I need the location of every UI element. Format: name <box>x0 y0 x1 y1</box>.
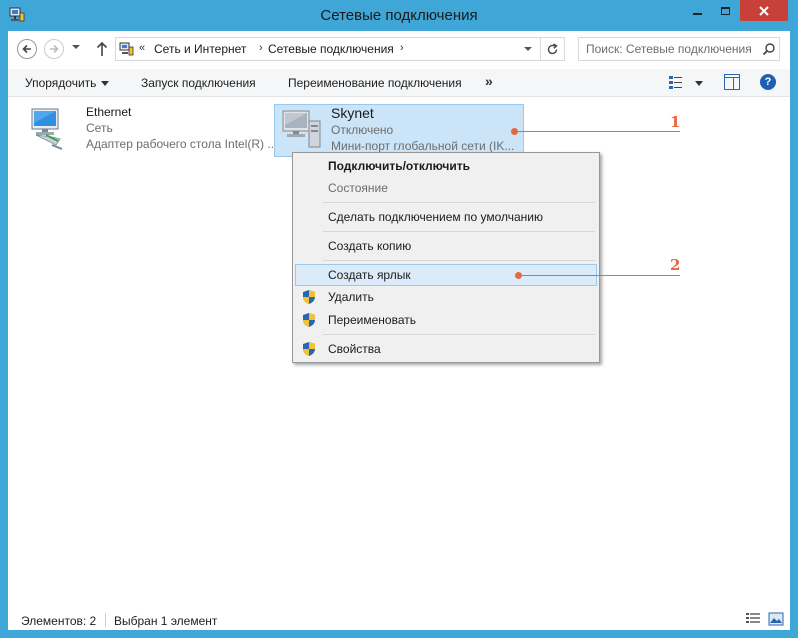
help-icon[interactable]: ? <box>760 74 776 90</box>
window-title: Сетевые подключения <box>320 7 478 24</box>
menu-item-label: Состояние <box>328 181 388 195</box>
menu-separator <box>323 334 595 335</box>
menu-item-label: Создать копию <box>328 239 412 253</box>
menu-item-label: Создать ярлык <box>328 268 411 282</box>
annotation-1-line <box>518 131 680 132</box>
annotation-1-number: 1 <box>670 113 681 131</box>
uac-shield-icon <box>303 313 315 327</box>
change-view-icon[interactable] <box>668 74 684 90</box>
maximize-button[interactable] <box>712 0 739 21</box>
command-bar: Упорядочить Запуск подключения Переимено… <box>8 69 790 97</box>
item-count: Элементов: 2 <box>21 614 97 628</box>
menu-item-set-default[interactable]: Сделать подключением по умолчанию <box>295 206 597 228</box>
connection-name: Skynet <box>331 105 374 121</box>
menu-separator <box>323 231 595 232</box>
menu-item-label: Сделать подключением по умолчанию <box>328 210 544 224</box>
arrow-right-icon <box>50 44 59 54</box>
organize-label: Упорядочить <box>25 76 97 90</box>
close-icon <box>759 5 769 16</box>
network-folder-icon <box>119 42 134 56</box>
maximize-icon <box>721 6 730 15</box>
address-bar[interactable]: « Сеть и Интернет › Сетевые подключения … <box>115 37 541 61</box>
chevron-down-icon <box>101 81 110 87</box>
annotation-1-dot <box>511 128 518 135</box>
start-connection-button[interactable]: Запуск подключения <box>141 76 256 90</box>
close-button[interactable] <box>740 0 788 21</box>
more-commands-button[interactable]: » <box>485 73 493 89</box>
breadcrumb-separator[interactable]: › <box>400 42 404 54</box>
menu-item-label: Удалить <box>328 290 374 304</box>
menu-item-rename[interactable]: Переименовать <box>295 309 597 331</box>
minimize-icon <box>693 12 702 15</box>
address-history-dropdown[interactable] <box>524 47 532 51</box>
menu-item-delete[interactable]: Удалить <box>295 286 597 308</box>
title-bar: Сетевые подключения <box>0 0 798 31</box>
refresh-icon <box>547 42 558 54</box>
connection-ethernet[interactable]: Ethernet Сеть Адаптер рабочего стола Int… <box>20 102 277 156</box>
network-adapter-icon <box>31 108 63 150</box>
annotation-2-dot <box>515 272 522 279</box>
recent-locations-dropdown[interactable] <box>72 45 80 49</box>
menu-item-label: Переименовать <box>328 313 416 327</box>
back-button[interactable] <box>17 39 37 59</box>
selection-count: Выбран 1 элемент <box>114 614 218 628</box>
status-bar: Элементов: 2 Выбран 1 элемент <box>8 607 790 630</box>
menu-item-connect-disconnect[interactable]: Подключить/отключить <box>295 155 597 177</box>
network-adapter-disconnected-icon <box>282 110 321 148</box>
connection-device: Мини-порт глобальной сети (IK... <box>331 139 515 153</box>
refresh-button[interactable] <box>541 37 565 61</box>
breadcrumb-separator[interactable]: › <box>259 42 263 54</box>
organize-button[interactable]: Упорядочить <box>25 76 110 90</box>
search-icon[interactable] <box>762 42 776 56</box>
connection-name: Ethernet <box>86 105 132 119</box>
status-separator <box>105 613 106 627</box>
preview-pane-button[interactable] <box>724 74 740 90</box>
menu-item-label: Свойства <box>328 342 381 356</box>
connection-skynet[interactable]: Skynet Отключено Мини-порт глобальной се… <box>274 104 524 157</box>
connection-device: Адаптер рабочего стола Intel(R) ... <box>86 137 278 151</box>
explorer-window: Сетевые подключения « Сеть и Интернет › … <box>0 0 798 638</box>
menu-separator <box>323 202 595 203</box>
large-icons-view-icon[interactable] <box>768 612 784 626</box>
search-input[interactable]: Поиск: Сетевые подключения <box>578 37 780 61</box>
breadcrumb-network-internet[interactable]: Сеть и Интернет <box>154 42 246 56</box>
details-view-icon[interactable] <box>745 612 761 626</box>
menu-separator <box>323 260 595 261</box>
arrow-left-icon <box>22 44 31 54</box>
uac-shield-icon <box>303 342 315 356</box>
rename-connection-button[interactable]: Переименование подключения <box>288 76 462 90</box>
breadcrumb-network-connections[interactable]: Сетевые подключения <box>268 42 394 56</box>
menu-item-create-copy[interactable]: Создать копию <box>295 235 597 257</box>
forward-button[interactable] <box>44 39 64 59</box>
uac-shield-icon <box>303 290 315 304</box>
connection-status: Сеть <box>86 121 113 135</box>
search-placeholder: Поиск: Сетевые подключения <box>586 42 752 56</box>
context-menu: Подключить/отключить Состояние Сделать п… <box>292 152 600 363</box>
breadcrumb-overflow[interactable]: « <box>139 42 145 54</box>
annotation-2-line <box>522 275 680 276</box>
annotation-2-number: 2 <box>670 256 681 274</box>
connection-status: Отключено <box>331 123 394 137</box>
menu-item-status: Состояние <box>295 177 597 199</box>
up-arrow-icon[interactable] <box>94 39 110 59</box>
minimize-button[interactable] <box>684 0 711 21</box>
menu-item-label: Подключить/отключить <box>328 159 470 173</box>
window-client-area: « Сеть и Интернет › Сетевые подключения … <box>8 31 790 630</box>
view-options-dropdown[interactable] <box>695 81 703 86</box>
menu-item-properties[interactable]: Свойства <box>295 338 597 360</box>
